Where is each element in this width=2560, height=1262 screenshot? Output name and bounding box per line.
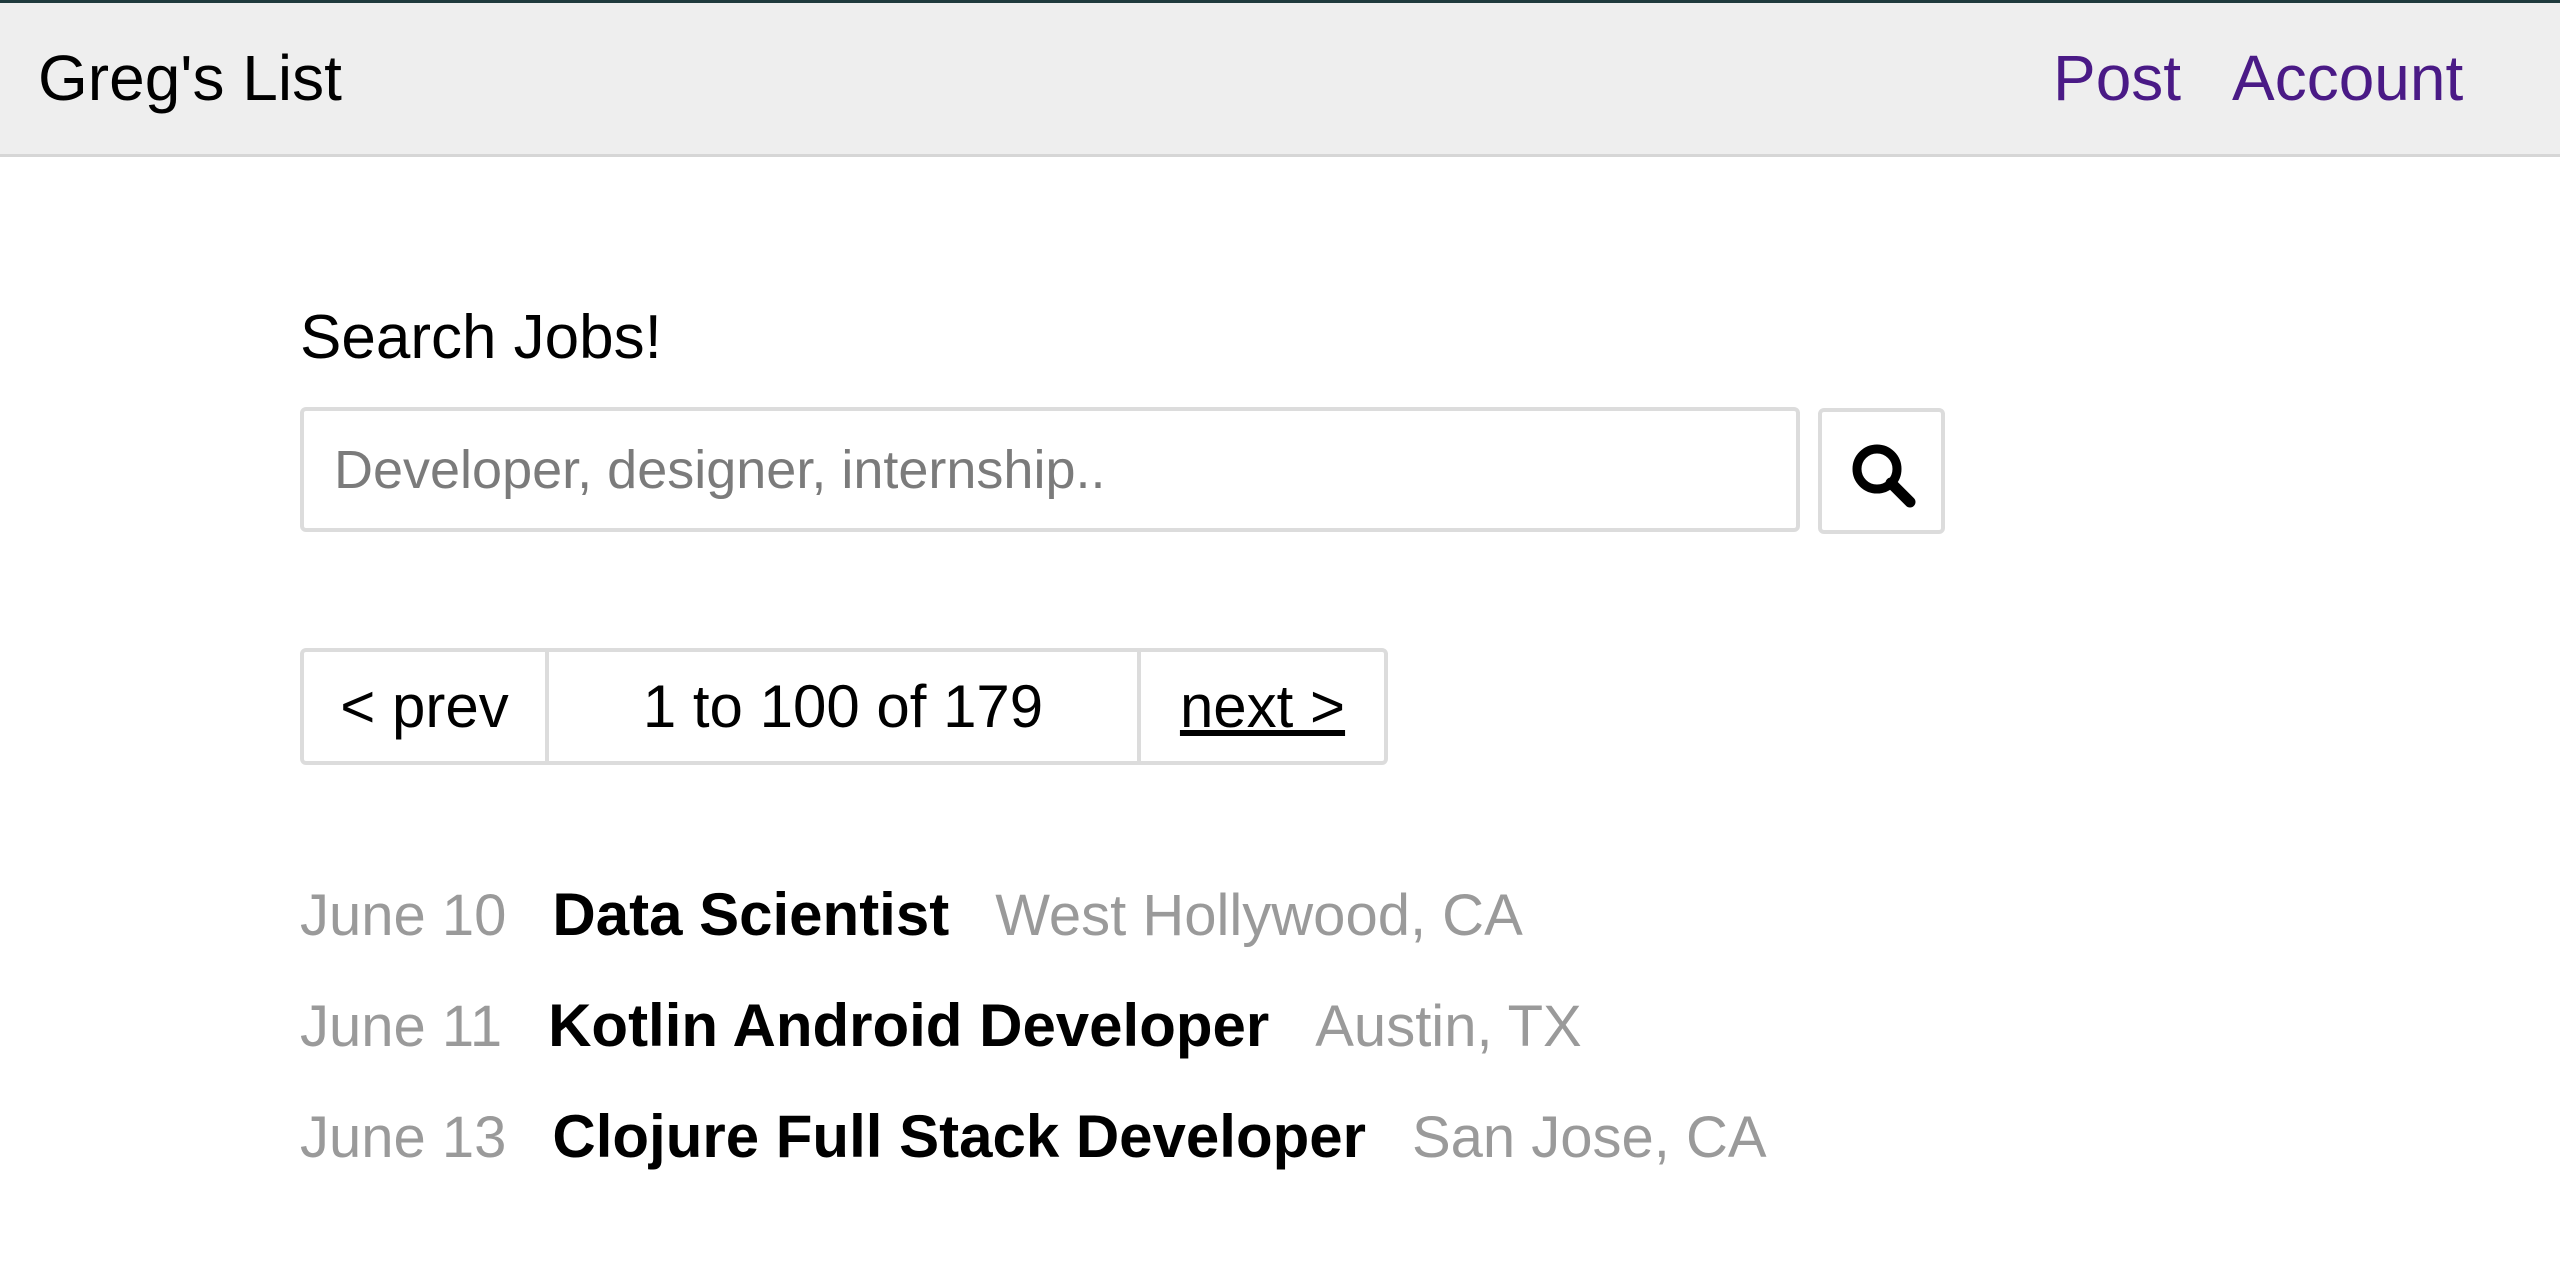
job-row: June 11 Kotlin Android Developer Austin,… bbox=[300, 991, 1767, 1102]
job-row: June 10 Data Scientist West Hollywood, C… bbox=[300, 880, 1767, 991]
job-location: Austin, TX bbox=[1315, 994, 1582, 1059]
nav-account-link[interactable]: Account bbox=[2232, 41, 2463, 115]
job-title-link[interactable]: Clojure Full Stack Developer bbox=[552, 1102, 1366, 1171]
pagination: < prev 1 to 100 of 179 next > bbox=[300, 648, 1388, 765]
prev-page-button[interactable]: < prev bbox=[304, 652, 549, 761]
site-logo-link[interactable]: Greg's List bbox=[38, 41, 342, 115]
job-title-link[interactable]: Data Scientist bbox=[552, 880, 949, 949]
page-range-label: 1 to 100 of 179 bbox=[549, 652, 1141, 761]
next-page-link[interactable]: next > bbox=[1141, 652, 1384, 761]
search-heading: Search Jobs! bbox=[300, 303, 662, 372]
job-date: June 10 bbox=[300, 883, 507, 948]
top-navbar: Greg's List Post Account bbox=[0, 3, 2560, 157]
search-icon bbox=[1852, 444, 1916, 508]
nav-post-link[interactable]: Post bbox=[2053, 41, 2181, 115]
job-date: June 13 bbox=[300, 1105, 507, 1170]
search-input[interactable] bbox=[300, 407, 1800, 532]
search-button[interactable] bbox=[1818, 408, 1945, 534]
job-date: June 11 bbox=[300, 994, 503, 1059]
job-row: June 13 Clojure Full Stack Developer San… bbox=[300, 1102, 1767, 1213]
job-list: June 10 Data Scientist West Hollywood, C… bbox=[300, 880, 1767, 1213]
job-location: West Hollywood, CA bbox=[995, 883, 1523, 948]
job-title-link[interactable]: Kotlin Android Developer bbox=[548, 991, 1269, 1060]
job-location: San Jose, CA bbox=[1411, 1105, 1767, 1170]
